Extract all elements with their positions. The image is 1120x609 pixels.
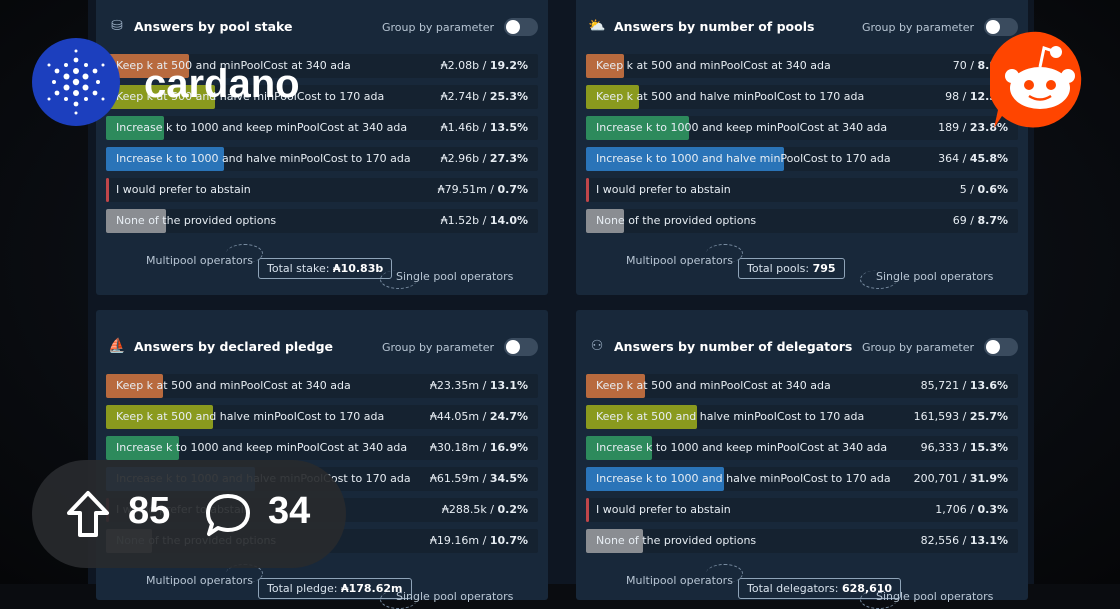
answer-value: 69 / 8.7%: [952, 214, 1008, 227]
answer-value: ₳2.08b / 19.2%: [440, 59, 528, 72]
answer-value: ₳19.16m / 10.7%: [429, 534, 528, 547]
answer-label: I would prefer to abstain: [596, 183, 731, 196]
single-pool-label: Single pool operators: [396, 590, 514, 603]
group-by-label: Group by parameter: [381, 341, 494, 354]
pledge-icon: ⛵: [108, 338, 126, 354]
answer-label: I would prefer to abstain: [596, 503, 731, 516]
answer-label: Keep k at 500 and halve minPoolCost to 1…: [596, 410, 865, 423]
answer-row[interactable]: Keep k at 500 and minPoolCost at 340 ada…: [106, 374, 538, 398]
answer-label: None of the provided options: [596, 214, 757, 227]
single-pool-label: Single pool operators: [876, 270, 994, 283]
answer-value: 364 / 45.8%: [938, 152, 1008, 165]
answer-value: 82,556 / 13.1%: [920, 534, 1008, 547]
answer-label: Keep k at 500 and minPoolCost at 340 ada: [596, 59, 831, 72]
results-panel: ⛁ Answers by pool stake Group by parameter…: [96, 0, 548, 295]
answer-label: None of the provided options: [596, 534, 757, 547]
answer-row[interactable]: Increase k to 1000 and keep minPoolCost …: [586, 116, 1018, 140]
community-name[interactable]: cardano: [144, 62, 300, 107]
answer-label: Increase k to 1000 and halve minPoolCost…: [596, 152, 891, 165]
answer-bar: [586, 498, 589, 522]
answer-row[interactable]: Increase k to 1000 and halve minPoolCost…: [586, 467, 1018, 491]
answer-row[interactable]: I would prefer to abstain ₳79.51m / 0.7%: [106, 178, 538, 202]
answer-row[interactable]: None of the provided options 69 / 8.7%: [586, 209, 1018, 233]
upvote-count: 85: [128, 490, 171, 532]
group-by-label: Group by parameter: [861, 21, 974, 34]
answer-value: ₳288.5k / 0.2%: [441, 503, 528, 516]
answer-value: ₳61.59m / 34.5%: [429, 472, 528, 485]
answer-value: ₳2.74b / 25.3%: [440, 90, 528, 103]
reddit-snoo-icon[interactable]: [987, 30, 1090, 130]
answer-row[interactable]: Keep k at 500 and halve minPoolCost to 1…: [106, 405, 538, 429]
answer-row[interactable]: Keep k at 500 and minPoolCost at 340 ada…: [586, 54, 1018, 78]
answer-row[interactable]: Keep k at 500 and halve minPoolCost to 1…: [586, 405, 1018, 429]
comment-count: 34: [268, 490, 311, 532]
answer-row[interactable]: Increase k to 1000 and halve minPoolCost…: [586, 147, 1018, 171]
answer-row[interactable]: Increase k to 1000 and keep minPoolCost …: [106, 116, 538, 140]
stake-icon: ⛁: [111, 18, 123, 34]
answer-bar: [586, 178, 589, 202]
answer-label: Keep k at 500 and minPoolCost at 340 ada: [596, 379, 831, 392]
panel-title: Answers by pool stake: [134, 19, 293, 34]
group-by-toggle[interactable]: [504, 338, 538, 356]
answer-value: 1,706 / 0.3%: [935, 503, 1008, 516]
answer-value: ₳23.35m / 13.1%: [429, 379, 528, 392]
single-pool-label: Single pool operators: [396, 270, 514, 283]
answer-row[interactable]: I would prefer to abstain 5 / 0.6%: [586, 178, 1018, 202]
comment-icon[interactable]: [204, 492, 252, 538]
answer-row[interactable]: Increase k to 1000 and keep minPoolCost …: [586, 436, 1018, 460]
panel-title: Answers by declared pledge: [134, 339, 334, 354]
total-box: Total pools: 795: [738, 258, 845, 279]
answer-value: ₳2.96b / 27.3%: [440, 152, 528, 165]
answer-label: Increase k to 1000 and keep minPoolCost …: [116, 441, 408, 454]
group-by-toggle[interactable]: [984, 338, 1018, 356]
answer-value: ₳1.46b / 13.5%: [440, 121, 528, 134]
total-box: Total stake: ₳10.83b: [258, 258, 393, 279]
answer-label: None of the provided options: [116, 214, 277, 227]
group-by-label: Group by parameter: [861, 341, 974, 354]
delegators-icon: ⚇: [590, 338, 604, 354]
answer-label: I would prefer to abstain: [116, 183, 251, 196]
answer-value: ₳1.52b / 14.0%: [440, 214, 528, 227]
answer-value: 200,701 / 31.9%: [913, 472, 1008, 485]
answer-value: 161,593 / 25.7%: [913, 410, 1008, 423]
answer-value: 96,333 / 15.3%: [920, 441, 1008, 454]
answer-value: 5 / 0.6%: [959, 183, 1008, 196]
answer-label: Increase k to 1000 and keep minPoolCost …: [116, 121, 408, 134]
pools-icon: ⛅: [588, 18, 606, 34]
answer-row[interactable]: Increase k to 1000 and halve minPoolCost…: [106, 147, 538, 171]
answer-row[interactable]: Keep k at 500 and minPoolCost at 340 ada…: [586, 374, 1018, 398]
answer-label: Increase k to 1000 and keep minPoolCost …: [596, 121, 888, 134]
answer-label: Keep k at 500 and halve minPoolCost to 1…: [596, 90, 865, 103]
panel-title: Answers by number of delegators: [614, 339, 853, 354]
answer-label: Increase k to 1000 and halve minPoolCost…: [116, 152, 411, 165]
single-pool-label: Single pool operators: [876, 590, 994, 603]
answer-row[interactable]: None of the provided options 82,556 / 13…: [586, 529, 1018, 553]
answer-row[interactable]: Increase k to 1000 and keep minPoolCost …: [106, 436, 538, 460]
results-panel: ⚇ Answers by number of delegators Group by…: [576, 310, 1028, 609]
cardano-logo-icon[interactable]: [32, 38, 120, 126]
post-stats-pill: 85 34: [32, 460, 346, 568]
answer-row[interactable]: I would prefer to abstain 1,706 / 0.3%: [586, 498, 1018, 522]
answer-label: Increase k to 1000 and keep minPoolCost …: [596, 441, 888, 454]
answer-value: ₳30.18m / 16.9%: [429, 441, 528, 454]
answer-row[interactable]: Keep k at 500 and halve minPoolCost to 1…: [586, 85, 1018, 109]
results-panel: ⛅ Answers by number of pools Group by para…: [576, 0, 1028, 295]
answer-label: Increase k to 1000 and halve minPoolCost…: [596, 472, 891, 485]
answer-label: Keep k at 500 and halve minPoolCost to 1…: [116, 410, 385, 423]
group-by-label: Group by parameter: [381, 21, 494, 34]
answer-row[interactable]: None of the provided options ₳1.52b / 14…: [106, 209, 538, 233]
upvote-icon[interactable]: [66, 490, 110, 538]
panel-title: Answers by number of pools: [614, 19, 815, 34]
answer-bar: [106, 178, 110, 202]
answer-value: 85,721 / 13.6%: [920, 379, 1008, 392]
answer-value: ₳79.51m / 0.7%: [437, 183, 528, 196]
group-by-toggle[interactable]: [504, 18, 538, 36]
answer-value: ₳44.05m / 24.7%: [429, 410, 528, 423]
answer-label: Keep k at 500 and minPoolCost at 340 ada: [116, 379, 351, 392]
